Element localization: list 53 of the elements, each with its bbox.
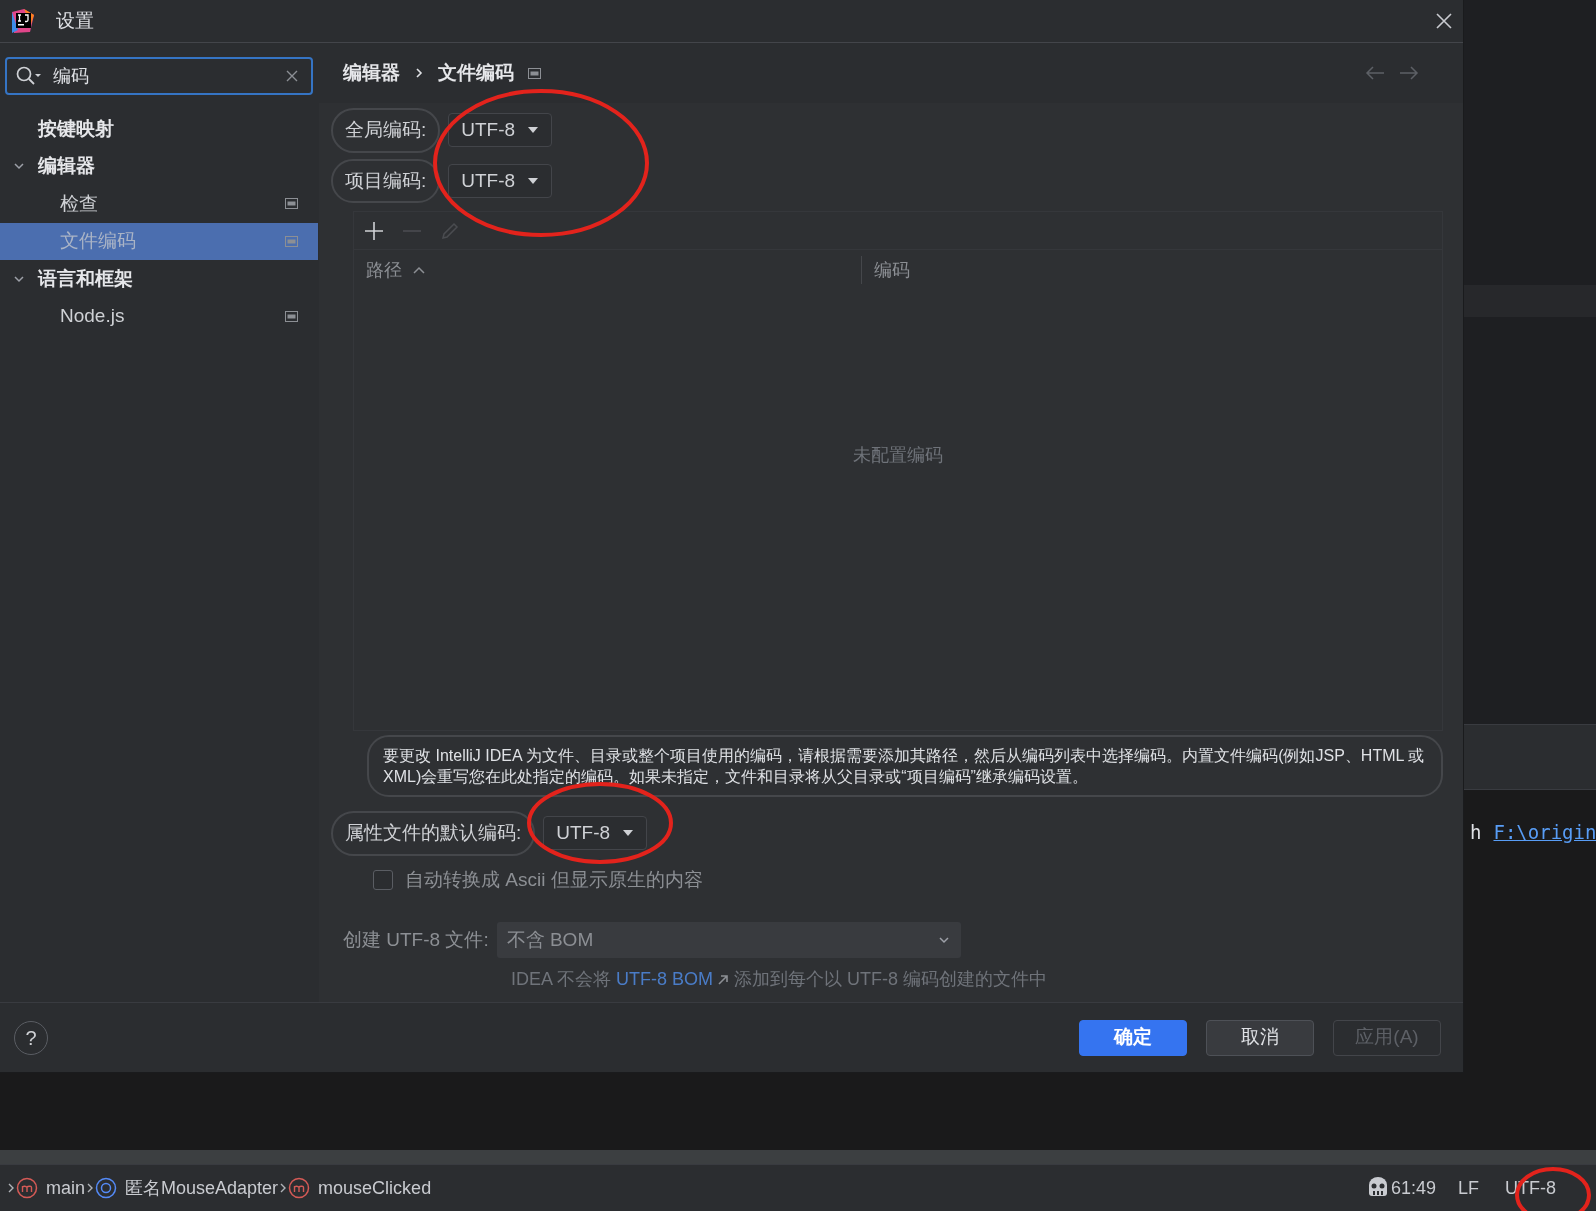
- field-label: 项目编码:: [331, 158, 441, 203]
- dropdown-arrow-icon: [527, 126, 540, 135]
- column-header[interactable]: 编码: [862, 256, 1442, 284]
- breadcrumb-item[interactable]: 匿名MouseAdapter: [95, 1174, 279, 1202]
- dialog-button[interactable]: 确定: [1079, 1019, 1187, 1056]
- field-label: 全局编码:: [331, 108, 441, 153]
- hint-text: IDEA 不会将 UTF-8 BOM 添加到每个以 UTF-8 编码创建的文件中: [511, 966, 1443, 993]
- breadcrumb-item[interactable]: 编辑器: [343, 58, 400, 88]
- dialog-button[interactable]: 取消: [1206, 1019, 1314, 1056]
- breadcrumb-item[interactable]: main: [16, 1174, 85, 1202]
- tree-item[interactable]: 语言和框架: [0, 260, 318, 298]
- app-logo-icon: [10, 8, 36, 34]
- horizontal-scrollbar[interactable]: [0, 1150, 1596, 1164]
- breadcrumb-item[interactable]: 文件编码: [438, 58, 514, 88]
- dropdown-arrow-icon: [622, 829, 635, 838]
- encoding-dropdown[interactable]: UTF-8: [448, 163, 553, 198]
- tree-item[interactable]: 编辑器: [0, 147, 318, 185]
- chevron-right-icon: [85, 1182, 95, 1194]
- line-separator[interactable]: LF: [1458, 1174, 1479, 1202]
- checkbox[interactable]: [373, 869, 393, 890]
- tree-item[interactable]: 检查: [0, 185, 318, 223]
- chevron-right-icon: [414, 67, 424, 79]
- window-title: 设置: [56, 8, 94, 33]
- project-settings-icon: [528, 67, 541, 79]
- chevron-right-icon: [6, 1182, 16, 1194]
- file-link[interactable]: F:\origin: [1493, 818, 1596, 1150]
- external-link-icon: [717, 973, 730, 986]
- field-label: 创建 UTF-8 文件:: [343, 927, 489, 952]
- checkbox-row[interactable]: 自动转换成 Ascii 但显示原生的内容: [373, 865, 1443, 894]
- add-icon[interactable]: [364, 220, 384, 241]
- project-settings-icon: [285, 198, 298, 210]
- clear-icon[interactable]: [285, 69, 299, 83]
- search-icon: [15, 65, 43, 87]
- encoding-dropdown[interactable]: UTF-8: [448, 113, 553, 148]
- console-text: h: [1470, 820, 1482, 845]
- method-icon: [288, 1177, 311, 1199]
- project-settings-icon: [285, 235, 298, 247]
- project-settings-icon: [285, 310, 298, 322]
- search-field[interactable]: 编码: [5, 57, 313, 95]
- dropdown-arrow-icon: [527, 176, 540, 185]
- column-header[interactable]: 路径: [354, 256, 862, 284]
- tree-item[interactable]: 按键映射: [0, 110, 318, 148]
- back-arrow-icon[interactable]: [1365, 66, 1385, 80]
- class-icon: [95, 1177, 117, 1199]
- method-icon: [16, 1177, 38, 1199]
- encoding-dropdown[interactable]: UTF-8: [543, 816, 648, 851]
- cursor-position[interactable]: 61:49: [1390, 1174, 1436, 1202]
- forward-arrow-icon[interactable]: [1399, 66, 1419, 80]
- tree-item[interactable]: Node.js: [0, 297, 318, 335]
- empty-table-text: 未配置编码: [853, 443, 943, 467]
- close-icon[interactable]: [1435, 12, 1453, 30]
- breadcrumb-item[interactable]: mouseClicked: [288, 1174, 432, 1202]
- field-label: 属性文件的默认编码:: [331, 811, 536, 856]
